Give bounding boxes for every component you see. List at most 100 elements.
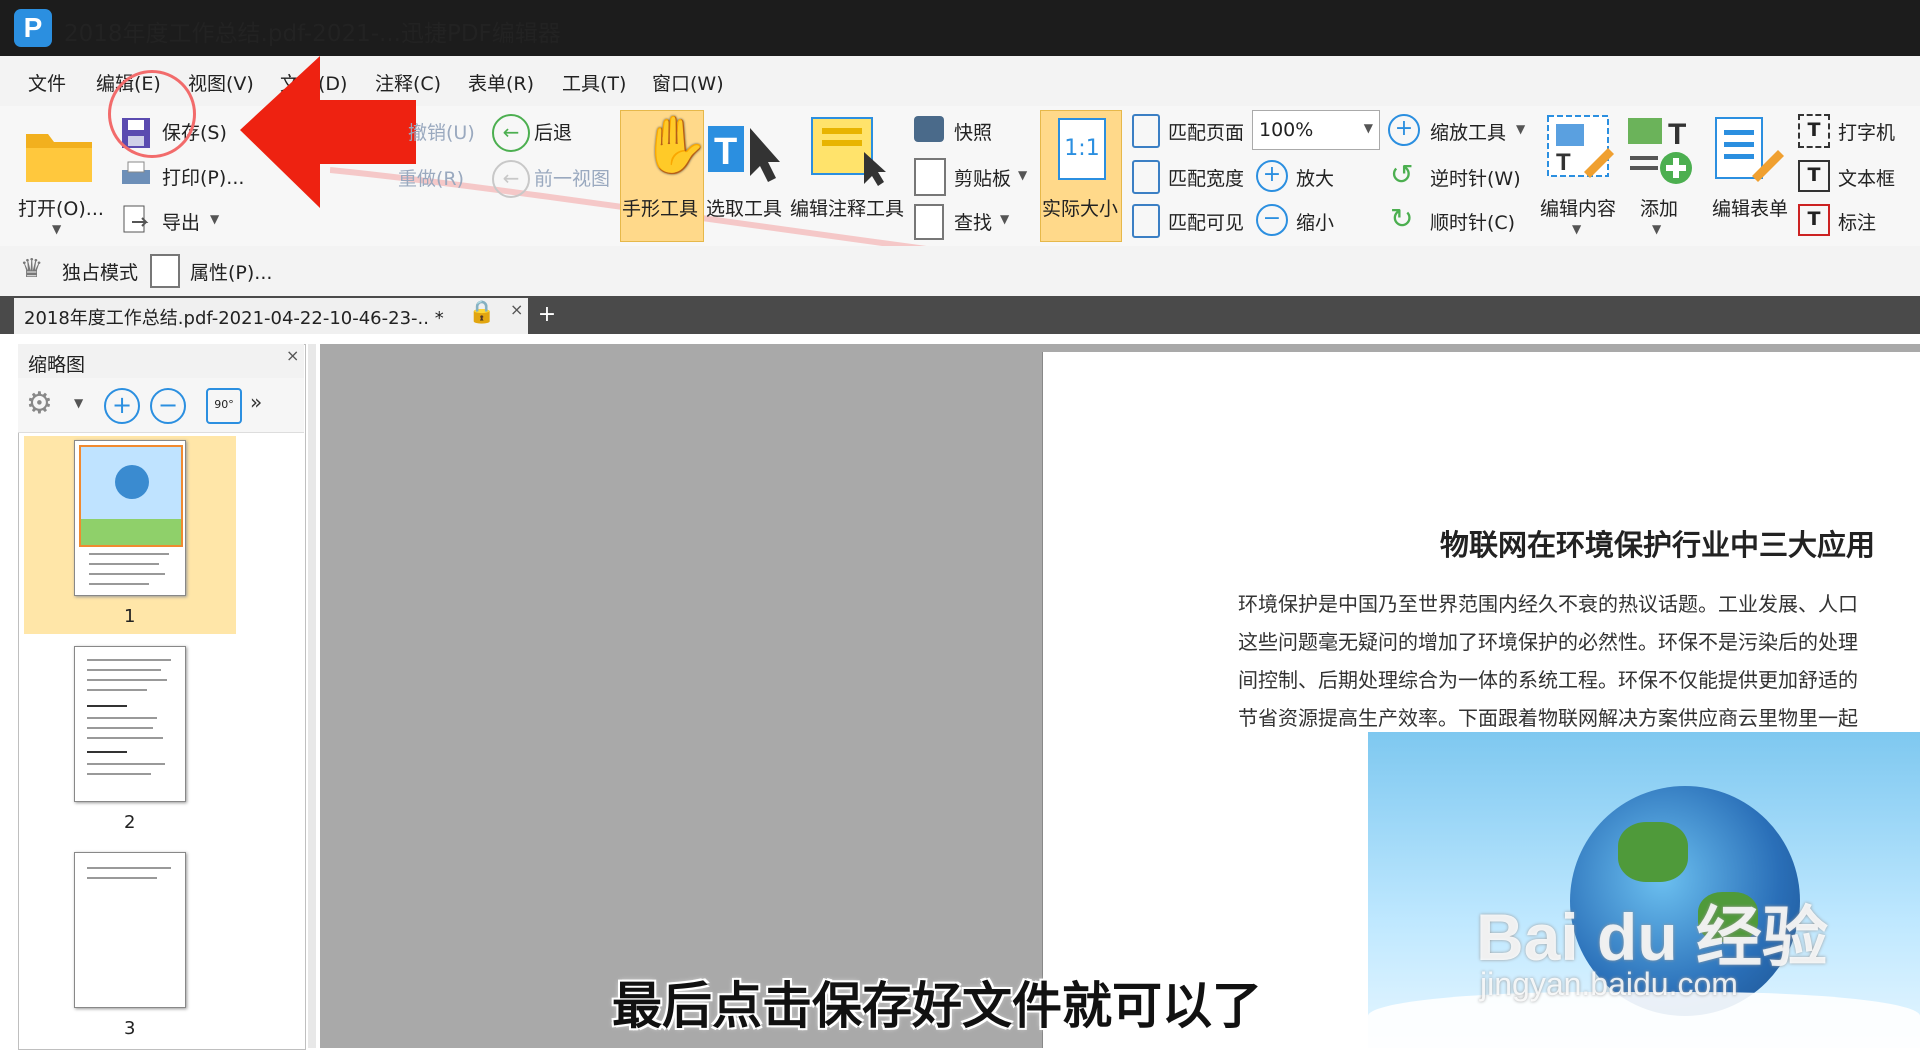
thumbnail-1[interactable] [74,440,186,596]
menu-form[interactable]: 表单(R) [468,69,534,96]
clipboard-dropdown-icon[interactable]: ▼ [1018,168,1027,182]
actual-size-label: 实际大小 [1042,198,1119,220]
rotate-cw-icon: ↻ [1390,202,1414,235]
thumbnail-title: 缩略图 [28,354,86,376]
typewriter-icon: T [1798,114,1830,148]
add-dropdown-icon[interactable]: ▼ [1652,222,1661,236]
lock-icon: 🔒 [468,300,496,325]
thumbnail-2[interactable] [74,646,186,802]
zoom-tool-button[interactable]: 缩放工具 [1430,118,1506,145]
exclusive-mode-button[interactable]: 独占模式 [62,258,138,285]
edit-annotation-icon[interactable] [808,112,888,188]
snapshot-button[interactable]: 快照 [954,118,992,145]
zoom-value: 100% [1259,119,1314,141]
globe-icon [115,465,149,499]
zoom-tool-icon: + [1388,114,1420,146]
fit-visible-icon [1132,204,1160,238]
zoom-in-icon: + [1256,160,1288,192]
zoom-select[interactable]: 100% ▼ [1252,110,1380,150]
thumbnail-3[interactable] [74,852,186,1008]
edit-content-button[interactable]: 编辑内容 [1540,194,1616,221]
find-button[interactable]: 查找 [954,208,992,235]
document-line-1: 环境保护是中国乃至世界范围内经久不衰的热议话题。工业发展、人口 [1238,592,1858,616]
export-icon [122,204,150,236]
add-icon[interactable]: T [1626,112,1696,188]
menu-tools[interactable]: 工具(T) [562,69,626,96]
fit-width-icon [1132,160,1160,194]
fit-visible-button[interactable]: 匹配可见 [1168,208,1244,235]
back-arrow-icon[interactable]: ← [492,114,530,152]
add-button[interactable]: 添加 [1640,194,1678,221]
menu-file[interactable]: 文件 [28,69,66,96]
app-logo-icon: P [14,9,52,47]
edit-form-icon[interactable] [1712,114,1788,186]
clipboard-icon [914,158,946,196]
quick-access-bar [0,246,1920,296]
thumbnail-3-label: 3 [124,1018,136,1039]
tab-close-icon[interactable]: × [510,300,523,319]
export-button[interactable]: 导出 [162,208,200,235]
zoom-tool-dropdown-icon[interactable]: ▼ [1516,122,1525,136]
gear-icon[interactable]: ⚙ [26,386,53,421]
zoom-dropdown-icon: ▼ [1363,121,1373,135]
folder-icon [26,134,92,182]
edit-content-icon[interactable]: T [1544,112,1618,186]
tab-document-label: 2018年度工作总结.pdf-2021-04-22-10-46-23-.. * [24,308,444,329]
callout-button[interactable]: 标注 [1838,208,1876,235]
expand-more-icon[interactable]: » [250,390,262,414]
menu-window[interactable]: 窗口(W) [652,69,724,96]
rotate-ccw-button[interactable]: 逆时针(W) [1430,164,1521,191]
open-dropdown-icon[interactable]: ▼ [52,222,61,236]
edit-annotation-button[interactable]: 编辑注释工具 [790,194,904,221]
open-button[interactable] [20,118,100,188]
document-line-4: 节省资源提高生产效率。下面跟着物联网解决方案供应商云里物里一起 [1238,706,1858,730]
undo-button[interactable]: 撤销(U) [408,118,475,145]
window-title: 2018年度工作总结.pdf-2021-...迅捷PDF编辑器 [64,21,561,47]
zoom-in-button[interactable]: 放大 [1296,164,1334,191]
thumbnail-1-image [79,445,183,547]
new-tab-icon[interactable]: + [534,302,560,328]
export-dropdown-icon[interactable]: ▼ [210,212,219,226]
clipboard-button[interactable]: 剪贴板 [954,164,1011,191]
print-button[interactable]: 打印(P)... [162,163,244,190]
edit-form-button[interactable]: 编辑表单 [1712,194,1788,221]
svg-text:T: T [1556,149,1571,176]
open-label[interactable]: 打开(O)... [18,194,104,221]
gear-dropdown-icon[interactable]: ▼ [74,396,83,410]
properties-button[interactable]: 属性(P)... [190,258,272,285]
document-heading: 物联网在环境保护行业中三大应用 [1440,528,1876,562]
rotate-cw-button[interactable]: 顺时针(C) [1430,208,1515,235]
typewriter-button[interactable]: 打字机 [1838,118,1895,145]
select-tool-button[interactable]: 选取工具 [706,194,782,221]
panel-splitter[interactable] [308,344,316,1048]
hand-tool-label: 手形工具 [622,198,699,220]
select-tool-icon[interactable]: T [706,118,784,184]
svg-text:T: T [714,131,737,173]
actual-size-icon: 1:1 [1058,118,1106,180]
fit-width-button[interactable]: 匹配宽度 [1168,164,1244,191]
edit-content-dropdown-icon[interactable]: ▼ [1572,222,1581,236]
properties-icon [150,254,180,288]
find-icon [914,204,944,240]
prev-view-icon[interactable]: ← [492,160,530,198]
prev-view-button[interactable]: 前一视图 [534,164,610,191]
thumbnail-2-label: 2 [124,812,136,833]
thumb-zoom-out-icon[interactable]: − [150,388,186,424]
zoom-out-icon: − [1256,204,1288,236]
textbox-button[interactable]: 文本框 [1838,164,1895,191]
document-line-3: 间控制、后期处理综合为一体的系统工程。环保不仅能提供更加舒适的 [1238,668,1858,692]
highlight-circle [108,70,196,158]
textbox-icon: T [1798,160,1830,192]
document-line-2: 这些问题毫无疑问的增加了环境保护的必然性。环保不是污染后的处理 [1238,630,1858,654]
callout-icon: T [1798,204,1830,236]
back-button[interactable]: 后退 [534,118,572,145]
thumb-zoom-in-icon[interactable]: + [104,388,140,424]
zoom-out-button[interactable]: 缩小 [1296,208,1334,235]
camera-icon [914,116,944,142]
find-dropdown-icon[interactable]: ▼ [1000,212,1009,226]
fit-page-button[interactable]: 匹配页面 [1168,118,1244,145]
thumbnail-close-icon[interactable]: × [286,346,299,365]
rotate-90-icon[interactable]: 90° [206,388,242,424]
rotate-ccw-icon: ↺ [1390,158,1414,191]
redo-button[interactable]: 重做(R) [398,164,464,191]
